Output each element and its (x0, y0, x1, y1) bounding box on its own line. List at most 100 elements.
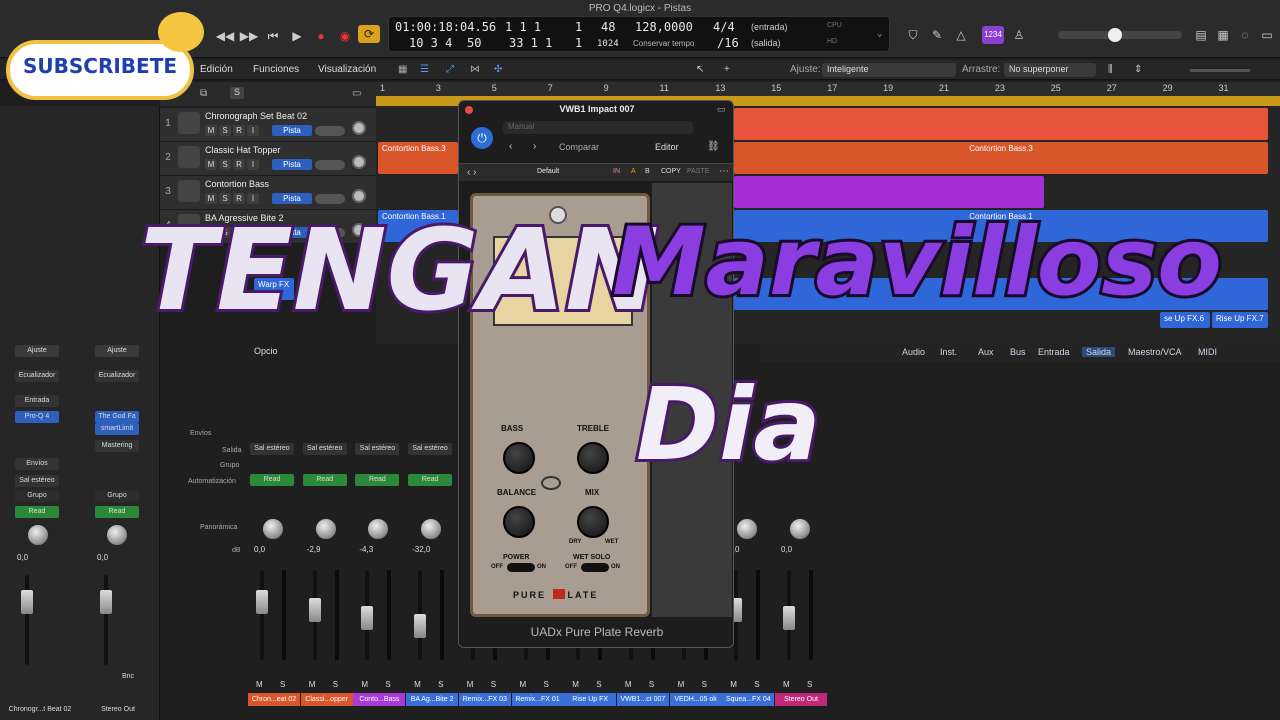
strip-solo-button[interactable]: S (702, 680, 707, 689)
solo-icon[interactable]: △ (950, 26, 972, 44)
strip-read[interactable]: Read (408, 474, 453, 486)
strip-solo-button[interactable]: S (491, 680, 496, 689)
channel-strip[interactable]: Sal estéreo Read 0,0 M S Chron...eat 02 (248, 340, 301, 720)
mixer-tab-audio[interactable]: Audio (898, 347, 929, 357)
list-editor-icon[interactable]: ▤ (1190, 26, 1212, 44)
insp-fader-2[interactable] (100, 590, 112, 614)
forward-button[interactable]: ▶▶ (238, 27, 260, 45)
menu-visualizacion[interactable]: Visualización (318, 64, 376, 75)
plugin-power-icon[interactable]: ⏻ (471, 127, 493, 149)
mixer-tab-entrada[interactable]: Entrada (1034, 347, 1074, 357)
track-volume-slider[interactable] (315, 194, 345, 204)
list-icon[interactable]: ☰ (420, 64, 429, 75)
track-header[interactable]: 1 Chronograph Set Beat 02 M S R I Pista (160, 108, 376, 142)
strip-mute-button[interactable]: M (520, 680, 527, 689)
strip-mute-button[interactable]: M (309, 680, 316, 689)
strip-pan-knob[interactable] (367, 518, 390, 540)
strip-fader[interactable] (256, 590, 268, 614)
link-icon[interactable]: ⛓ (707, 141, 720, 152)
waveform-zoom-icon[interactable]: ⫼ (1108, 64, 1113, 75)
pencil-icon[interactable]: ✎ (926, 26, 948, 44)
uad-b-button[interactable]: B (645, 168, 650, 175)
strip-mute-button[interactable]: M (572, 680, 579, 689)
count-in-badge[interactable]: 1234 (982, 26, 1004, 44)
insp-salida[interactable]: Sal estéreo (15, 475, 59, 487)
master-volume-thumb[interactable] (1108, 28, 1122, 42)
solo-button[interactable]: S (219, 193, 231, 204)
strip-name[interactable]: Remix...FX 01 (511, 693, 564, 706)
strip-pan-knob[interactable] (420, 518, 443, 540)
global-solo-icon[interactable]: S (230, 87, 244, 99)
notepad-icon[interactable]: ▦ (1212, 26, 1234, 44)
lcd-display[interactable]: 01:00:18:04.56 1 1 1 1 48 128,0000 4/4 (… (388, 16, 890, 52)
strip-pan-knob[interactable] (262, 518, 284, 540)
strip-output[interactable]: Sal estéreo (250, 443, 294, 455)
track-name[interactable]: Contortion Bass (205, 179, 269, 189)
compare-button[interactable]: Comparar (559, 142, 599, 152)
strip-read[interactable]: Read (355, 474, 400, 486)
track-pista-button[interactable]: Pista (272, 125, 312, 136)
bar-ruler[interactable]: 1 3 5 7 9 11 13 15 17 19 21 23 25 27 29 31 (376, 82, 1280, 96)
balance-knob[interactable] (503, 506, 535, 538)
input-monitor-button[interactable]: I (247, 159, 259, 170)
track-name[interactable]: Classic Hat Topper (205, 145, 280, 155)
region-chronograph[interactable] (734, 108, 1268, 140)
mixer-tab-salida[interactable]: Salida (1082, 347, 1116, 357)
track-pan-knob[interactable] (352, 189, 366, 203)
track-name[interactable]: Chronograph Set Beat 02 (205, 111, 307, 121)
strip-solo-button[interactable]: S (596, 680, 601, 689)
insp-pan-knob-2[interactable] (106, 524, 128, 546)
collapse-icon[interactable]: ▭ (352, 88, 361, 99)
insp-bnc[interactable]: Bnc (122, 673, 134, 680)
strip-name[interactable]: Conto...Bass (353, 693, 406, 706)
uad-prev-icon[interactable]: ‹ › (467, 167, 476, 178)
subscribe-sticker[interactable]: SUBSCRIBETE (6, 40, 194, 100)
strip-mute-button[interactable]: M (678, 680, 685, 689)
strip-solo-button[interactable]: S (333, 680, 338, 689)
strip-fader[interactable] (361, 606, 374, 630)
power-switch[interactable] (507, 563, 535, 572)
strip-pan-knob[interactable] (314, 518, 337, 540)
capture-record-button[interactable]: ◉ (334, 27, 356, 45)
wetsolo-switch[interactable] (581, 563, 609, 572)
strip-name[interactable]: VEDH...05 ok (669, 693, 722, 706)
insp-read-1[interactable]: Read (15, 506, 59, 518)
uad-in-button[interactable]: IN (613, 168, 620, 175)
plugin-resize-icon[interactable]: ▭ (717, 104, 726, 115)
plugin-mode-select[interactable]: Manual (503, 121, 693, 134)
strip-solo-button[interactable]: S (649, 680, 654, 689)
next-preset-icon[interactable]: › (533, 141, 536, 152)
strip-read[interactable]: Read (250, 474, 294, 486)
strip-mute-button[interactable]: M (783, 680, 790, 689)
insp-envios[interactable]: Envíos (15, 458, 59, 470)
strip-solo-button[interactable]: S (280, 680, 285, 689)
insp-fader-1[interactable] (21, 590, 33, 614)
play-button[interactable]: ▶ (286, 27, 308, 45)
prev-preset-icon[interactable]: ‹ (509, 141, 512, 152)
record-enable-button[interactable]: R (233, 125, 245, 136)
mix-knob[interactable] (577, 506, 609, 538)
solo-button[interactable]: S (219, 159, 231, 170)
strip-name[interactable]: Remix...FX 03 (458, 693, 511, 706)
strip-name[interactable]: Stereo Out (775, 693, 827, 706)
metronome-icon[interactable]: ♙ (1008, 26, 1030, 44)
insp-ajuste-2[interactable]: Ajuste (95, 345, 139, 357)
strip-fader-track[interactable] (260, 570, 264, 660)
uad-preset[interactable]: Default (537, 168, 559, 175)
track-pan-knob[interactable] (352, 155, 366, 169)
region-bass-3a[interactable]: Contortion Bass.3 (378, 142, 458, 174)
mute-button[interactable]: M (205, 125, 217, 136)
flex-icon[interactable]: ⋈ (470, 64, 480, 75)
rewind-button[interactable]: ◀◀ (214, 27, 236, 45)
strip-name[interactable]: Squea...FX 04 (722, 693, 775, 706)
strip-mute-button[interactable]: M (730, 680, 737, 689)
strip-fader[interactable] (783, 606, 795, 630)
strip-solo-button[interactable]: S (385, 680, 390, 689)
secondary-tool-icon[interactable]: + (724, 64, 730, 75)
track-pan-knob[interactable] (352, 121, 366, 135)
add-track-icon[interactable]: ⧉ (200, 88, 207, 99)
strip-name[interactable]: BA Ag...Bite 2 (406, 693, 459, 706)
cycle-button[interactable]: ⟳ (358, 25, 380, 43)
strip-name[interactable]: Chron...eat 02 (248, 693, 300, 706)
record-enable-button[interactable]: R (233, 159, 245, 170)
